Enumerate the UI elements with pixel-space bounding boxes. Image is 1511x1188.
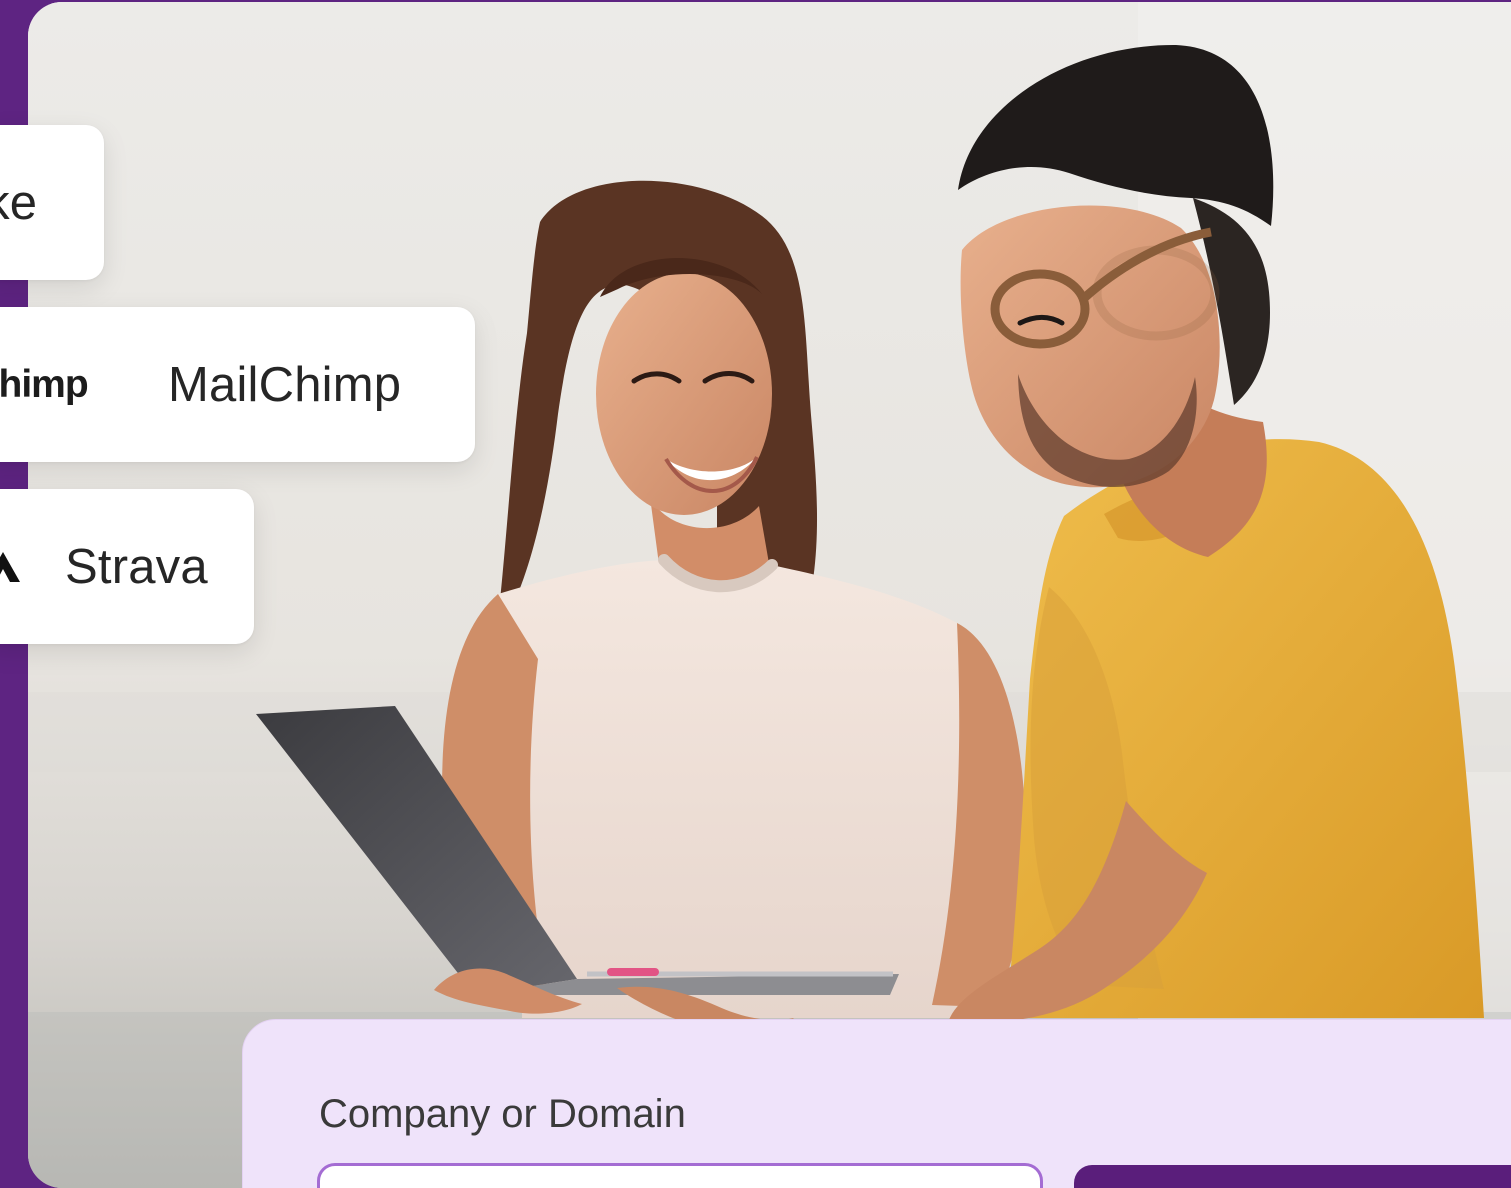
mailchimp-logo: lchimp bbox=[0, 362, 89, 406]
integration-label: Strava bbox=[65, 539, 208, 594]
integration-label: MailChimp bbox=[168, 357, 402, 412]
hero-section: ike lchimp MailChimp Strava Company or D… bbox=[0, 0, 1511, 1188]
integration-card-mailchimp[interactable]: lchimp MailChimp bbox=[0, 307, 475, 462]
strava-icon bbox=[0, 551, 20, 582]
integration-label: ike bbox=[0, 175, 38, 230]
company-domain-label: Company or Domain bbox=[319, 1092, 686, 1136]
integration-card-ike[interactable]: ike bbox=[0, 125, 104, 280]
company-domain-form: Company or Domain bbox=[242, 1019, 1511, 1188]
company-domain-input[interactable] bbox=[317, 1163, 1043, 1188]
integration-card-strava[interactable]: Strava bbox=[0, 489, 254, 644]
submit-button[interactable] bbox=[1074, 1165, 1511, 1188]
